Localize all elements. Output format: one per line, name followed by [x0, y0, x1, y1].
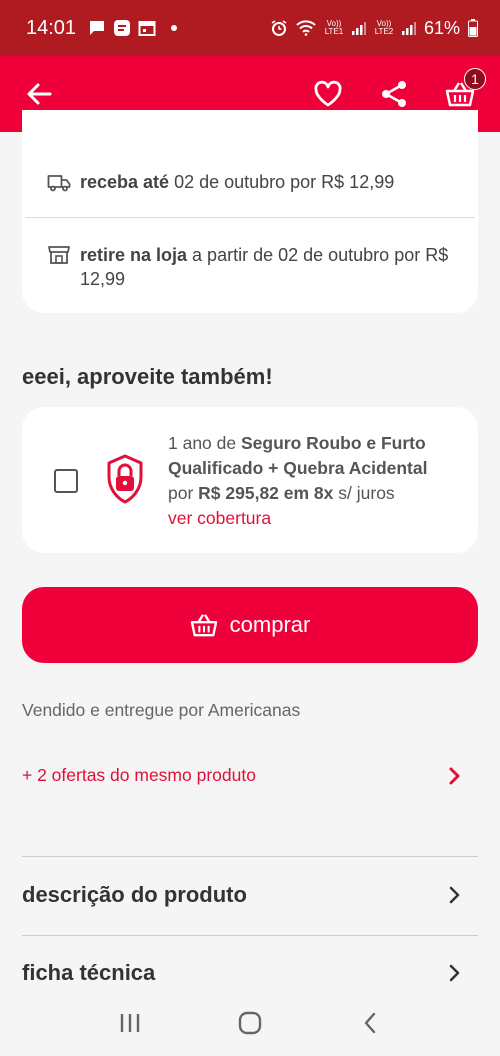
home-button[interactable] — [230, 1003, 270, 1043]
divider — [25, 217, 475, 218]
divider — [22, 935, 478, 936]
signal-icon-2 — [401, 22, 416, 35]
basket-icon — [190, 614, 217, 637]
arrow-left-icon — [27, 83, 52, 105]
seller-info: Vendido e entregue por Americanas — [22, 700, 301, 720]
insurance-price-prefix: por — [168, 483, 199, 503]
more-notifications-dot — [171, 25, 178, 31]
insurance-price-suffix: s/ juros — [333, 483, 395, 503]
technical-specs-row[interactable]: ficha técnica — [22, 960, 462, 986]
share-icon — [382, 81, 406, 107]
delivery-options-card: receba até 02 de outubro por R$ 12,99 re… — [22, 110, 478, 313]
recent-apps-button[interactable] — [110, 1003, 150, 1043]
wifi-icon — [296, 20, 316, 36]
alarm-icon — [271, 20, 287, 36]
back-chevron-icon — [364, 1012, 376, 1034]
shipping-option: receba até 02 de outubro por R$ 12,99 — [47, 170, 453, 194]
insurance-checkbox[interactable] — [54, 469, 78, 493]
buy-button[interactable]: comprar — [22, 587, 478, 663]
view-coverage-link[interactable]: ver cobertura — [168, 508, 271, 528]
app-notification-icon — [114, 20, 131, 36]
cart-button[interactable]: 1 — [442, 68, 486, 112]
shipping-detail: 02 de outubro por R$ 12,99 — [169, 172, 395, 192]
home-icon — [238, 1011, 262, 1035]
network-lte2: Vo)) LTE2 — [374, 19, 394, 36]
system-navigation-bar — [0, 990, 500, 1056]
product-description-row[interactable]: descrição do produto — [22, 882, 462, 908]
back-button[interactable] — [22, 77, 56, 111]
truck-icon — [47, 175, 71, 192]
status-time: 14:01 — [26, 16, 77, 39]
chevron-right-icon — [449, 886, 460, 904]
insurance-prefix: 1 ano de — [168, 433, 241, 453]
shield-lock-icon — [107, 454, 143, 504]
status-bar: 14:01 Vo)) LTE1 Vo)) LTE2 61% — [0, 0, 500, 56]
message-icon — [90, 21, 105, 35]
system-back-button[interactable] — [350, 1003, 390, 1043]
heart-icon — [314, 80, 342, 107]
network-lte1: Vo)) LTE1 — [324, 19, 344, 36]
buy-button-label: comprar — [229, 612, 311, 637]
divider — [22, 856, 478, 857]
technical-specs-label: ficha técnica — [22, 960, 156, 985]
store-icon — [48, 246, 70, 264]
chevron-right-icon — [449, 964, 460, 982]
favorite-button[interactable] — [310, 76, 346, 112]
calendar-icon — [138, 21, 156, 36]
pickup-option: retire na loja a partir de 02 de outubro… — [47, 243, 453, 291]
battery-percent: 61% — [423, 17, 460, 38]
insurance-offer-card: 1 ano de Seguro Roubo e Furto Qualificad… — [22, 407, 478, 553]
notification-icons — [88, 19, 178, 37]
insurance-description: 1 ano de Seguro Roubo e Furto Qualificad… — [168, 431, 458, 531]
cart-count-badge: 1 — [464, 68, 486, 90]
share-button[interactable] — [376, 76, 412, 112]
shipping-label: receba até — [80, 172, 170, 192]
other-offers-link[interactable]: + 2 ofertas do mesmo produto — [22, 765, 462, 786]
insurance-price: R$ 295,82 em 8x — [198, 483, 334, 503]
recent-apps-icon — [120, 1014, 140, 1032]
product-description-label: descrição do produto — [22, 882, 247, 907]
chevron-right-icon — [449, 767, 460, 784]
battery-icon — [468, 19, 478, 37]
pickup-label: retire na loja — [80, 245, 188, 265]
upsell-title: eeei, aproveite também! — [22, 364, 273, 389]
signal-icon-1 — [351, 22, 366, 35]
other-offers-label: + 2 ofertas do mesmo produto — [22, 765, 256, 785]
